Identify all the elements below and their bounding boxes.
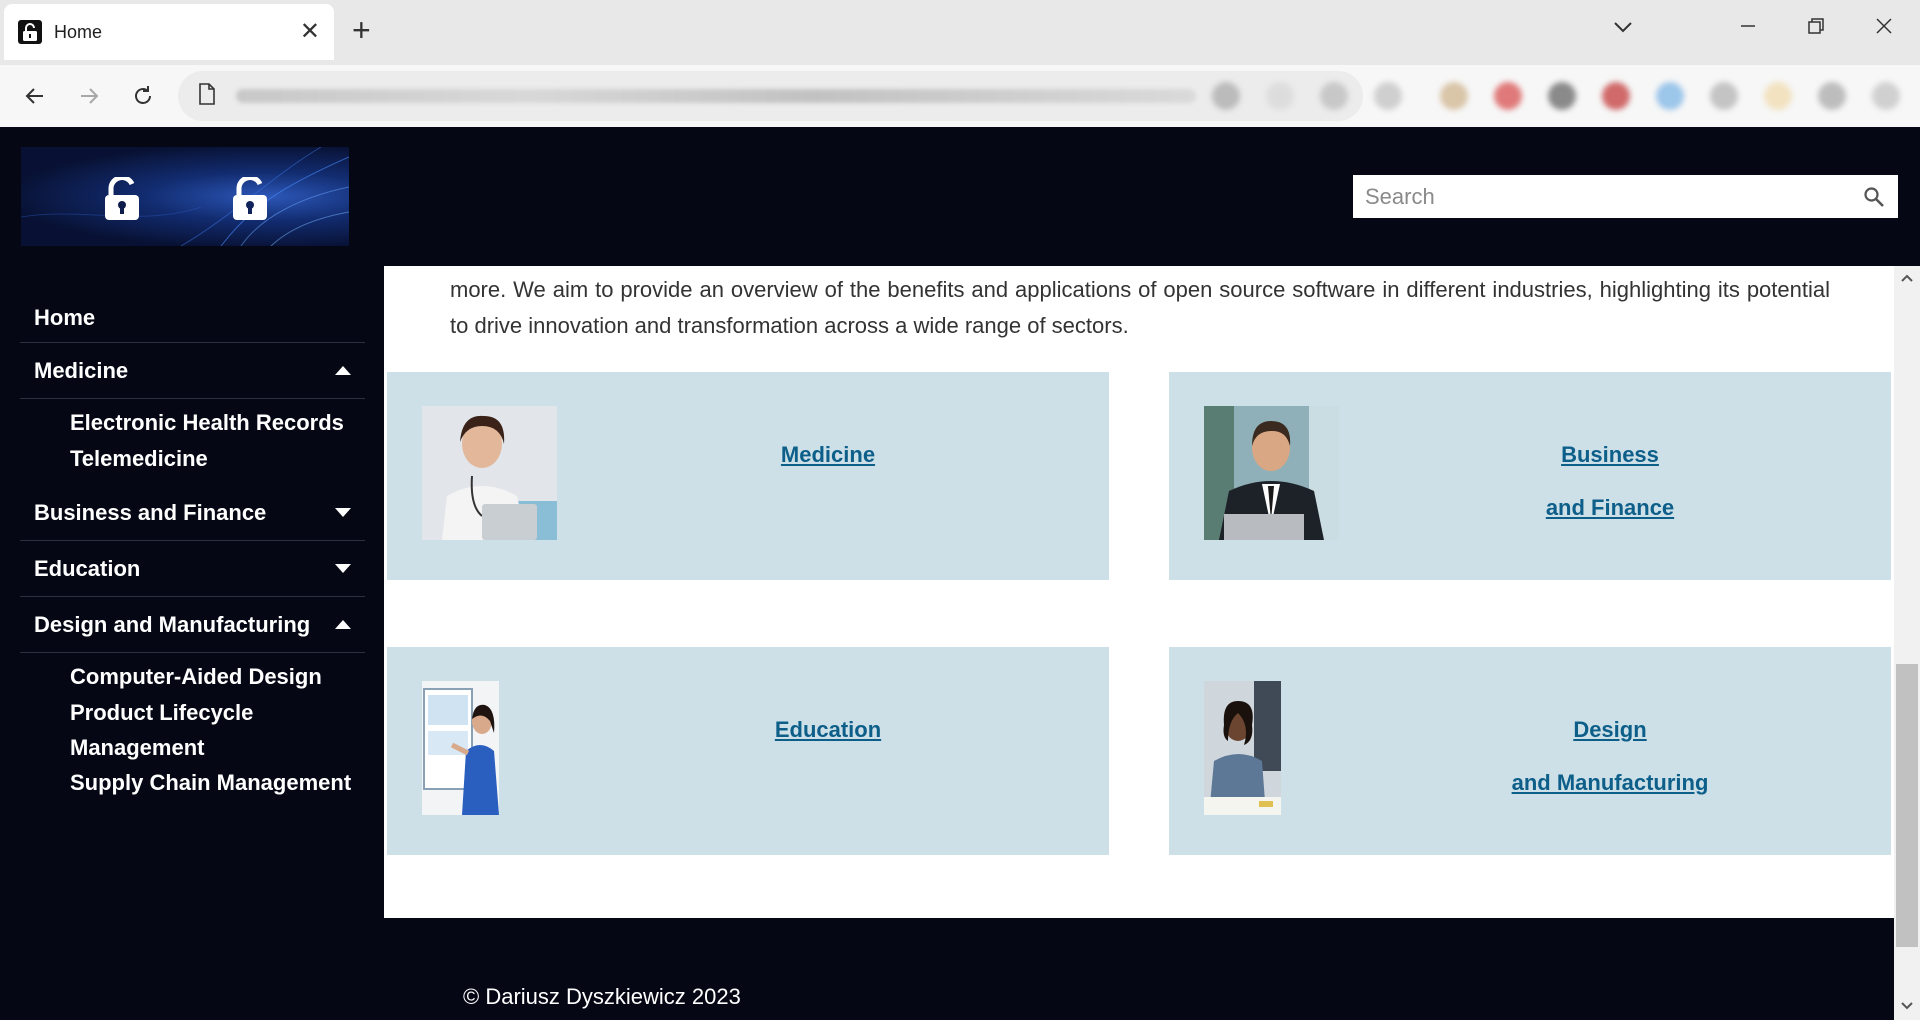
sidebar-item-label: Medicine [34,357,129,383]
card-link-medicine[interactable]: Medicine [547,428,1109,481]
window-close-icon[interactable] [1874,16,1894,41]
scroll-up-arrow-icon[interactable] [1899,270,1915,286]
minimize-icon[interactable] [1738,16,1758,41]
extension-icon[interactable] [1548,82,1576,110]
businessman-photo [1204,406,1339,540]
extension-icon[interactable] [1440,82,1468,110]
extension-icon[interactable] [1494,82,1522,110]
extension-icon[interactable] [1710,82,1738,110]
sidebar-nav: Home Medicine Electronic Health Records … [20,293,365,809]
extension-icon[interactable] [1656,82,1684,110]
caret-up-icon[interactable] [335,366,351,375]
extension-icon[interactable] [1818,82,1846,110]
extension-icon[interactable] [1764,82,1792,110]
card-link-business-and-finance[interactable]: Business and Finance [1329,428,1891,534]
close-icon[interactable]: ✕ [300,20,320,44]
sidebar-subitem-product-lifecycle-management[interactable]: Product Lifecycle Management [70,695,330,765]
caret-down-icon[interactable] [335,508,351,517]
sidebar-subitem-computer-aided-design[interactable]: Computer-Aided Design [70,659,365,695]
plus-icon[interactable]: + [352,14,371,46]
teacher-at-whiteboard-photo [422,681,499,815]
search-box [1353,175,1898,218]
sidebar-submenu-medicine: Electronic Health Records Telemedicine [20,399,365,485]
extension-icon[interactable] [1374,82,1402,110]
extension-icon[interactable] [1212,82,1240,110]
browser-tab[interactable]: Home ✕ [4,4,334,60]
extension-icon[interactable] [1602,82,1630,110]
extension-icon[interactable] [1320,82,1348,110]
footer-copyright: © Dariusz Dyszkiewicz 2023 [463,984,741,1009]
doctor-photo [422,406,557,540]
designer-at-desk-photo [1204,681,1281,815]
sidebar-item-label: Design and Manufacturing [34,611,311,637]
card-link-education[interactable]: Education [547,703,1109,756]
browser-tab-bar: Home ✕ + [0,0,1920,65]
tab-title: Home [54,21,103,42]
unlocked-padlock-icon [233,177,267,220]
sidebar-item-business-and-finance[interactable]: Business and Finance [20,485,365,541]
scroll-down-arrow-icon[interactable] [1899,998,1915,1014]
sidebar-item-home[interactable]: Home [20,293,365,343]
chevron-down-icon[interactable] [1612,16,1634,43]
logo-network-lines [21,147,349,246]
category-card-education: Education [387,647,1109,855]
sidebar-submenu-design-and-manufacturing: Computer-Aided Design Product Lifecycle … [20,653,365,809]
search-input[interactable] [1365,183,1862,210]
back-arrow-icon[interactable] [20,81,50,111]
card-link-line1[interactable]: Business [1329,428,1891,481]
main-content: more. We aim to provide an overview of t… [384,266,1894,918]
sidebar-item-medicine[interactable]: Medicine [20,343,365,399]
sidebar-subitem-electronic-health-records[interactable]: Electronic Health Records [70,405,365,441]
unlocked-padlock-icon [105,177,139,220]
lock-favicon-icon [18,20,42,44]
browser-toolbar [0,65,1920,127]
address-url-blurred [236,89,1196,103]
intro-paragraph: more. We aim to provide an overview of t… [450,277,1830,338]
restore-icon[interactable] [1806,16,1826,41]
sidebar-item-education[interactable]: Education [20,541,365,597]
site-logo[interactable] [21,147,349,246]
card-link-line1[interactable]: Medicine [547,428,1109,481]
card-link-line2[interactable]: and Finance [1329,481,1891,534]
card-link-line2[interactable]: and Manufacturing [1329,756,1891,809]
scrollbar-thumb[interactable] [1896,664,1918,947]
page-icon [198,82,216,110]
category-card-design-and-manufacturing: Design and Manufacturing [1169,647,1891,855]
category-card-business-and-finance: Business and Finance [1169,372,1891,580]
sidebar-item-label: Business and Finance [34,499,267,525]
caret-up-icon[interactable] [335,620,351,629]
forward-arrow-icon[interactable] [74,81,104,111]
caret-down-icon[interactable] [335,564,351,573]
category-card-medicine: Medicine [387,372,1109,580]
reload-icon[interactable] [128,81,158,111]
extension-icon[interactable] [1872,82,1900,110]
card-link-line1[interactable]: Design [1329,703,1891,756]
search-icon[interactable] [1862,185,1886,209]
extension-icon[interactable] [1266,82,1294,110]
sidebar-item-label: Education [34,555,141,581]
address-bar[interactable] [178,71,1363,121]
card-link-design-and-manufacturing[interactable]: Design and Manufacturing [1329,703,1891,809]
sidebar-item-design-and-manufacturing[interactable]: Design and Manufacturing [20,597,365,653]
sidebar-subitem-supply-chain-management[interactable]: Supply Chain Management [70,765,365,801]
sidebar-subitem-telemedicine[interactable]: Telemedicine [70,441,365,477]
card-link-line1[interactable]: Education [547,703,1109,756]
sidebar-item-label: Home [34,304,96,330]
